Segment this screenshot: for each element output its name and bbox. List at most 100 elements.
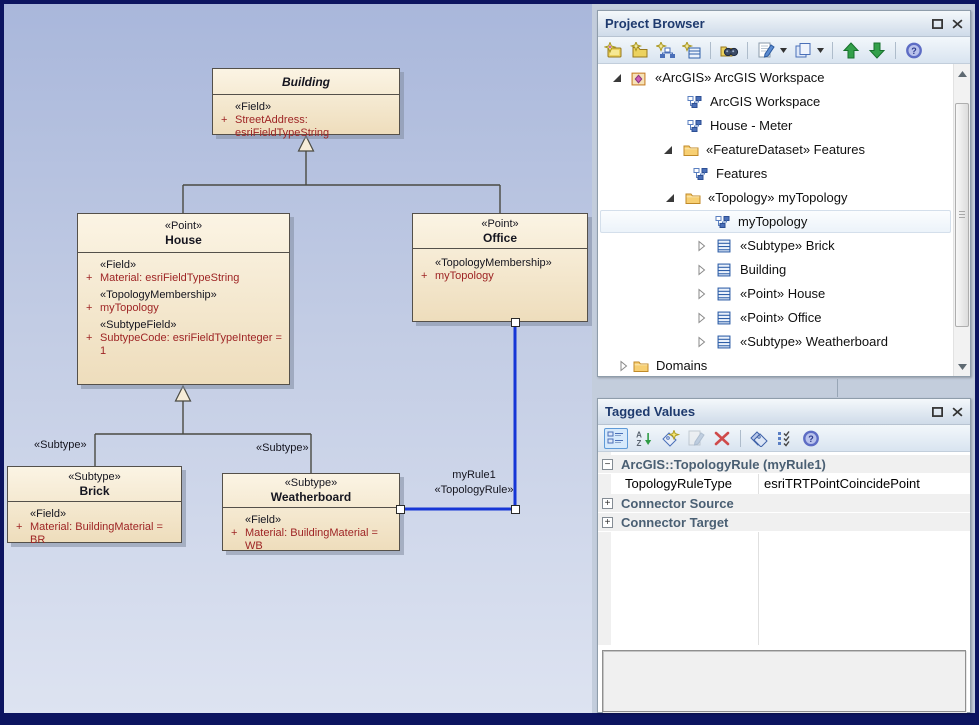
class-weatherboard[interactable]: «Subtype» Weatherboard «Field» +Material… xyxy=(222,473,400,551)
tree-item-building[interactable]: Building xyxy=(598,258,953,282)
help-icon[interactable]: ? xyxy=(801,430,821,447)
diagram-icon xyxy=(693,167,708,186)
expander-closed-icon[interactable] xyxy=(695,311,707,329)
move-down-icon[interactable] xyxy=(867,42,887,59)
chevron-down-icon[interactable] xyxy=(817,48,824,53)
dock-splitter[interactable] xyxy=(837,379,838,397)
connector-handle-start[interactable] xyxy=(396,505,405,514)
generalization-tree-building[interactable] xyxy=(183,151,500,213)
tagged-value-row[interactable]: TopologyRuleType esriTRTPointCoincidePoi… xyxy=(598,474,970,493)
tree-item-arcgis-workspace-diagram[interactable]: ArcGIS Workspace xyxy=(598,90,953,114)
connector-handle-corner[interactable] xyxy=(511,505,520,514)
tag-group-label: Connector Target xyxy=(621,515,728,530)
collapse-icon[interactable]: − xyxy=(602,459,613,470)
tag-group-label: Connector Source xyxy=(621,496,734,511)
move-up-icon[interactable] xyxy=(841,42,861,59)
class-office[interactable]: «Point» Office «TopologyMembership» +myT… xyxy=(412,213,588,322)
toolbar-separator xyxy=(832,42,833,59)
tag-notes-area[interactable] xyxy=(602,650,966,712)
expander-closed-icon[interactable] xyxy=(695,335,707,353)
class-name: Brick xyxy=(79,484,109,498)
panel-title: Tagged Values xyxy=(605,404,923,419)
project-browser-tree[interactable]: «ArcGIS» ArcGIS Workspace ArcGIS Workspa… xyxy=(598,64,970,376)
diagram-icon xyxy=(687,119,702,138)
tree-view-icon[interactable] xyxy=(604,428,628,449)
edit-icon[interactable] xyxy=(756,42,776,59)
new-package-icon[interactable] xyxy=(630,42,650,59)
expander-open-icon[interactable] xyxy=(611,71,623,89)
new-diagram-icon[interactable] xyxy=(656,42,676,59)
class-icon xyxy=(717,239,731,258)
class-stereotype: «Point» xyxy=(481,218,518,231)
expander-open-icon[interactable] xyxy=(664,191,676,209)
expand-icon[interactable]: + xyxy=(602,517,613,528)
chevron-down-icon[interactable] xyxy=(780,48,787,53)
expander-closed-icon[interactable] xyxy=(695,239,707,257)
toolbar-separator xyxy=(895,42,896,59)
find-in-browser-icon[interactable] xyxy=(719,42,739,59)
project-browser-panel: Project Browser xyxy=(597,10,971,377)
class-brick[interactable]: «Subtype» Brick «Field» +Material: Build… xyxy=(7,466,182,543)
attribute-line: +myTopology xyxy=(419,270,583,283)
tree-item-point-office[interactable]: «Point» Office xyxy=(598,306,953,330)
expander-open-icon[interactable] xyxy=(662,143,674,161)
project-browser-titlebar[interactable]: Project Browser xyxy=(598,11,970,37)
tree-item-subtype-weatherboard[interactable]: «Subtype» Weatherboard xyxy=(598,330,953,354)
tag-group-connector-target[interactable]: + Connector Target xyxy=(598,513,970,532)
tree-item-mytopology-diagram[interactable]: myTopology xyxy=(598,210,953,234)
new-tag-icon[interactable] xyxy=(660,430,680,447)
expander-closed-icon[interactable] xyxy=(695,263,707,281)
close-icon[interactable] xyxy=(952,19,963,29)
tree-item-featuredataset-features[interactable]: «FeatureDataset» Features xyxy=(598,138,953,162)
tagged-values-titlebar[interactable]: Tagged Values xyxy=(598,399,970,425)
tagged-values-panel: Tagged Values AZ ? xyxy=(597,398,971,713)
tag-value[interactable]: esriTRTPointCoincidePoint xyxy=(764,476,920,491)
generalization-tree-house[interactable] xyxy=(95,401,311,473)
delete-tag-icon[interactable] xyxy=(712,430,732,447)
edit-tag-icon[interactable] xyxy=(686,430,706,447)
tree-item-point-house[interactable]: «Point» House xyxy=(598,282,953,306)
expander-closed-icon[interactable] xyxy=(695,287,707,305)
assign-tags-icon[interactable] xyxy=(749,430,769,447)
tree-item-domains[interactable]: Domains xyxy=(598,354,953,376)
scrollbar-thumb[interactable] xyxy=(955,103,969,327)
attribute-stereotype: «Field» xyxy=(100,259,285,272)
maximize-icon[interactable] xyxy=(932,407,943,417)
checked-items-icon[interactable] xyxy=(775,430,795,447)
toolbar-separator xyxy=(747,42,748,59)
diagram-canvas[interactable]: Building «Field» +StreetAddress: esriFie… xyxy=(4,4,592,713)
close-icon[interactable] xyxy=(952,407,963,417)
tree-item-features-diagram[interactable]: Features xyxy=(598,162,953,186)
expander-closed-icon[interactable] xyxy=(617,359,629,376)
tag-group-topologyrule[interactable]: − ArcGIS::TopologyRule (myRule1) xyxy=(598,455,970,474)
class-house[interactable]: «Point» House «Field» +Material: esriFie… xyxy=(77,213,290,385)
expand-icon[interactable]: + xyxy=(602,498,613,509)
class-building[interactable]: Building «Field» +StreetAddress: esriFie… xyxy=(212,68,400,135)
tag-group-connector-source[interactable]: + Connector Source xyxy=(598,494,970,513)
help-icon[interactable]: ? xyxy=(904,42,924,59)
tagged-values-grid[interactable]: TopologyRuleType esriTRTPointCoincidePoi… xyxy=(598,452,970,645)
tree-item-house-meter-diagram[interactable]: House - Meter xyxy=(598,114,953,138)
svg-text:Z: Z xyxy=(637,439,642,447)
new-element-icon[interactable] xyxy=(682,42,702,59)
class-name: Weatherboard xyxy=(271,490,351,504)
dock-area: Project Browser xyxy=(592,4,975,713)
class-name: House xyxy=(165,233,202,247)
generalization-arrowhead-house xyxy=(176,386,191,401)
list-view-icon[interactable] xyxy=(793,42,813,59)
class-name: Building xyxy=(282,75,330,89)
scroll-up-icon[interactable] xyxy=(956,66,969,81)
tree-item-topology-mytopology[interactable]: «Topology» myTopology xyxy=(598,186,953,210)
svg-text:?: ? xyxy=(911,46,917,56)
scroll-down-icon[interactable] xyxy=(956,359,969,374)
attribute-line: +Material: esriFieldTypeString xyxy=(84,272,285,285)
maximize-icon[interactable] xyxy=(932,19,943,29)
class-icon xyxy=(717,311,731,330)
connector-handle-end[interactable] xyxy=(511,318,520,327)
tree-item-subtype-brick[interactable]: «Subtype» Brick xyxy=(598,234,953,258)
vertical-scrollbar[interactable] xyxy=(953,64,970,376)
class-stereotype: «Point» xyxy=(165,220,202,233)
new-model-icon[interactable] xyxy=(604,42,624,59)
sort-alpha-icon[interactable]: AZ xyxy=(634,430,654,447)
tree-item-arcgis-workspace-package[interactable]: «ArcGIS» ArcGIS Workspace xyxy=(598,66,953,90)
